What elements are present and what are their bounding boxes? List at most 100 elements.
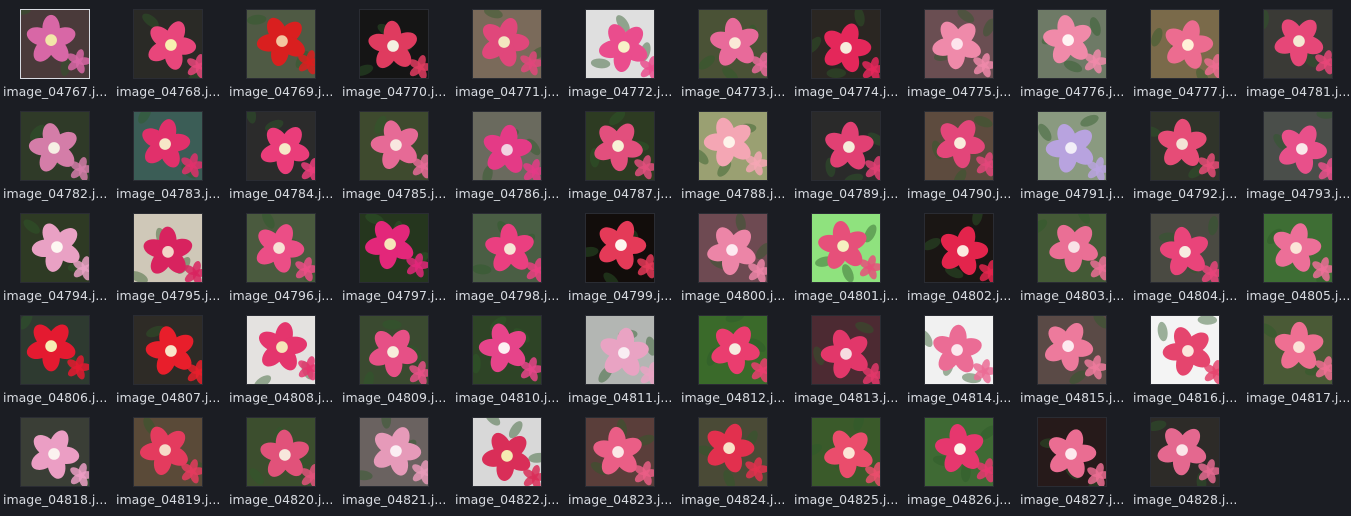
file-thumbnail[interactable] — [1150, 9, 1220, 79]
file-thumbnail[interactable] — [585, 111, 655, 181]
file-thumbnail[interactable] — [472, 315, 542, 385]
file-item[interactable]: image_04818.j... — [0, 414, 113, 516]
file-thumbnail[interactable] — [246, 315, 316, 385]
file-thumbnail[interactable] — [1150, 417, 1220, 487]
file-item[interactable]: image_04811.j... — [565, 312, 678, 414]
file-thumbnail[interactable] — [133, 213, 203, 283]
file-item[interactable]: image_04801.j... — [791, 210, 904, 312]
file-thumbnail[interactable] — [811, 213, 881, 283]
file-thumbnail[interactable] — [359, 213, 429, 283]
file-thumbnail[interactable] — [698, 213, 768, 283]
file-thumbnail[interactable] — [133, 417, 203, 487]
file-item[interactable]: image_04787.j... — [565, 108, 678, 210]
file-item[interactable]: image_04820.j... — [226, 414, 339, 516]
file-thumbnail[interactable] — [924, 213, 994, 283]
file-item[interactable]: image_04777.j... — [1130, 6, 1243, 108]
file-item[interactable]: image_04804.j... — [1130, 210, 1243, 312]
file-item[interactable]: image_04783.j... — [113, 108, 226, 210]
file-item[interactable]: image_04794.j... — [0, 210, 113, 312]
file-thumbnail[interactable] — [811, 417, 881, 487]
file-thumbnail[interactable] — [698, 315, 768, 385]
file-item[interactable]: image_04774.j... — [791, 6, 904, 108]
file-item[interactable]: image_04814.j... — [904, 312, 1017, 414]
file-item[interactable]: image_04791.j... — [1017, 108, 1130, 210]
file-thumbnail[interactable] — [472, 417, 542, 487]
file-thumbnail[interactable] — [924, 315, 994, 385]
file-item[interactable]: image_04792.j... — [1130, 108, 1243, 210]
file-thumbnail[interactable] — [698, 9, 768, 79]
file-item[interactable]: image_04826.j... — [904, 414, 1017, 516]
file-item[interactable]: image_04823.j... — [565, 414, 678, 516]
file-item[interactable]: image_04768.j... — [113, 6, 226, 108]
file-thumbnail[interactable] — [1037, 315, 1107, 385]
file-thumbnail[interactable] — [472, 213, 542, 283]
file-item[interactable]: image_04781.j... — [1243, 6, 1351, 108]
file-item[interactable]: image_04797.j... — [339, 210, 452, 312]
file-item[interactable]: image_04785.j... — [339, 108, 452, 210]
file-thumbnail[interactable] — [1037, 9, 1107, 79]
file-thumbnail[interactable] — [133, 9, 203, 79]
file-thumbnail[interactable] — [585, 315, 655, 385]
file-thumbnail[interactable] — [924, 9, 994, 79]
file-item[interactable]: image_04782.j... — [0, 108, 113, 210]
file-item[interactable]: image_04802.j... — [904, 210, 1017, 312]
file-item[interactable]: image_04827.j... — [1017, 414, 1130, 516]
file-thumbnail[interactable] — [585, 9, 655, 79]
file-thumbnail[interactable] — [1150, 315, 1220, 385]
file-thumbnail[interactable] — [1037, 213, 1107, 283]
file-thumbnail[interactable] — [246, 9, 316, 79]
file-item[interactable]: image_04808.j... — [226, 312, 339, 414]
file-item[interactable]: image_04796.j... — [226, 210, 339, 312]
file-item[interactable]: image_04815.j... — [1017, 312, 1130, 414]
file-item[interactable]: image_04773.j... — [678, 6, 791, 108]
file-item[interactable]: image_04772.j... — [565, 6, 678, 108]
file-thumbnail[interactable] — [20, 111, 90, 181]
file-thumbnail[interactable] — [472, 111, 542, 181]
file-item[interactable]: image_04786.j... — [452, 108, 565, 210]
file-item[interactable]: image_04788.j... — [678, 108, 791, 210]
file-item[interactable]: image_04813.j... — [791, 312, 904, 414]
file-item[interactable]: image_04810.j... — [452, 312, 565, 414]
file-thumbnail[interactable] — [1263, 111, 1333, 181]
file-thumbnail[interactable] — [246, 417, 316, 487]
file-item[interactable]: image_04805.j... — [1243, 210, 1351, 312]
file-item[interactable]: image_04767.j... — [0, 6, 113, 108]
file-thumbnail[interactable] — [246, 111, 316, 181]
file-thumbnail[interactable] — [359, 315, 429, 385]
file-item[interactable]: image_04769.j... — [226, 6, 339, 108]
file-item[interactable]: image_04822.j... — [452, 414, 565, 516]
file-thumbnail[interactable] — [924, 417, 994, 487]
file-item[interactable]: image_04790.j... — [904, 108, 1017, 210]
file-thumbnail[interactable] — [585, 213, 655, 283]
file-thumbnail[interactable] — [1150, 111, 1220, 181]
file-item[interactable]: image_04816.j... — [1130, 312, 1243, 414]
file-thumbnail[interactable] — [20, 213, 90, 283]
file-item[interactable]: image_04775.j... — [904, 6, 1017, 108]
file-thumbnail[interactable] — [1037, 417, 1107, 487]
file-thumbnail[interactable] — [20, 9, 90, 79]
file-thumbnail[interactable] — [811, 111, 881, 181]
file-thumbnail[interactable] — [698, 417, 768, 487]
file-item[interactable]: image_04771.j... — [452, 6, 565, 108]
file-item[interactable]: image_04807.j... — [113, 312, 226, 414]
file-item[interactable]: image_04789.j... — [791, 108, 904, 210]
file-item[interactable]: image_04821.j... — [339, 414, 452, 516]
file-thumbnail[interactable] — [20, 315, 90, 385]
file-item[interactable]: image_04776.j... — [1017, 6, 1130, 108]
file-thumbnail[interactable] — [1263, 315, 1333, 385]
file-item[interactable]: image_04803.j... — [1017, 210, 1130, 312]
file-item[interactable]: image_04828.j... — [1130, 414, 1243, 516]
file-item[interactable]: image_04784.j... — [226, 108, 339, 210]
file-thumbnail[interactable] — [359, 111, 429, 181]
file-thumbnail[interactable] — [246, 213, 316, 283]
file-item[interactable]: image_04817.j... — [1243, 312, 1351, 414]
file-thumbnail[interactable] — [1263, 213, 1333, 283]
file-thumbnail[interactable] — [133, 315, 203, 385]
file-item[interactable]: image_04806.j... — [0, 312, 113, 414]
file-item[interactable]: image_04824.j... — [678, 414, 791, 516]
file-item[interactable]: image_04798.j... — [452, 210, 565, 312]
file-item[interactable]: image_04795.j... — [113, 210, 226, 312]
file-item[interactable]: image_04812.j... — [678, 312, 791, 414]
file-item[interactable]: image_04793.j... — [1243, 108, 1351, 210]
file-thumbnail[interactable] — [20, 417, 90, 487]
